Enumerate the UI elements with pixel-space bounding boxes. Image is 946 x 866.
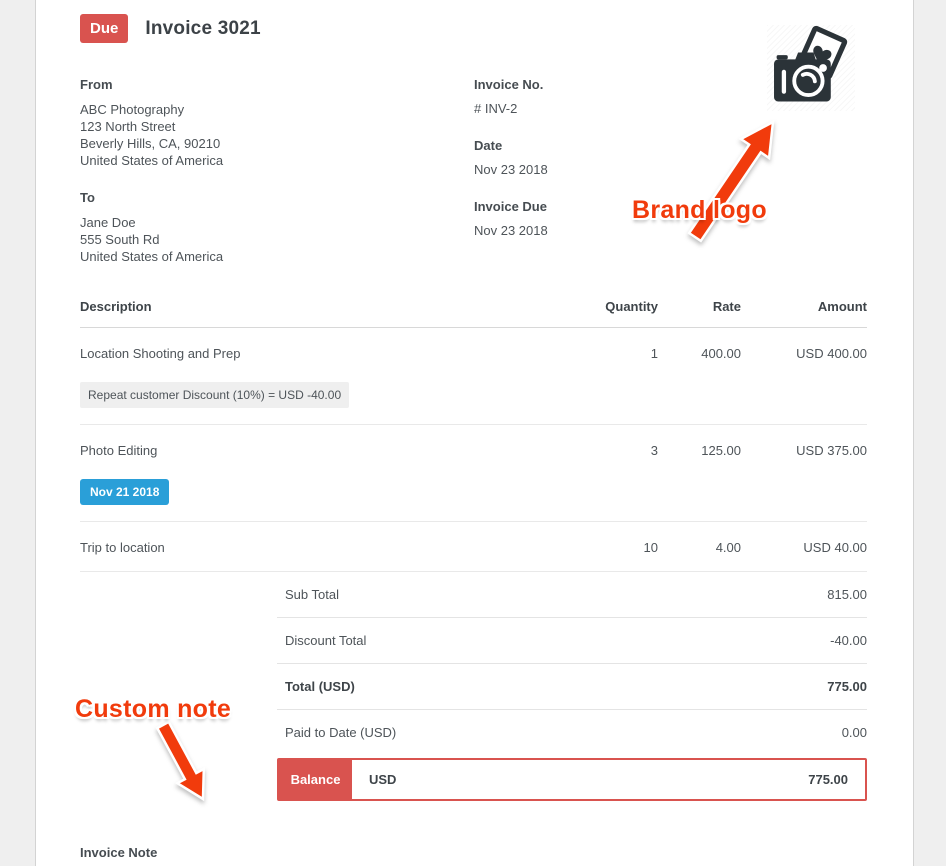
invoice-due-value: Nov 23 2018	[474, 223, 548, 238]
item-quantity: 3	[650, 443, 658, 458]
brand-logo	[767, 25, 855, 111]
camera-logo-icon	[774, 25, 848, 102]
line-items-table: Description Quantity Rate Amount Locatio…	[80, 299, 867, 572]
custom-note-annotation: Custom note	[75, 695, 232, 723]
to-street: 555 South Rd	[80, 232, 160, 247]
item-amount: USD 375.00	[796, 443, 867, 458]
table-header-row: Description Quantity Rate Amount	[80, 299, 867, 328]
invoice-page: Due Invoice 3021 From ABC Photography 12…	[35, 0, 914, 866]
discount-total-label: Discount Total	[285, 633, 367, 648]
invoice-note-label: Invoice Note	[80, 845, 158, 860]
date-badge: Nov 21 2018	[80, 479, 170, 505]
balance-currency: USD	[369, 772, 397, 787]
table-row: Location Shooting and Prep 1 400.00 USD …	[80, 328, 867, 425]
item-quantity: 1	[650, 346, 658, 361]
discount-badge: Repeat customer Discount (10%) = USD -40…	[80, 382, 350, 408]
balance-label: Balance	[279, 760, 352, 799]
item-amount: USD 400.00	[796, 346, 867, 361]
item-amount: USD 40.00	[803, 540, 867, 555]
table-row: Photo Editing 3 125.00 USD 375.00 Nov 21…	[80, 425, 867, 522]
status-badge: Due	[80, 14, 129, 43]
invoice-date-block: Date Nov 23 2018	[474, 138, 867, 177]
from-label: From	[80, 77, 113, 92]
to-block: To Jane Doe 555 South Rd United States o…	[80, 190, 474, 265]
header-rate: Rate	[712, 299, 741, 314]
invoice-date-value: Nov 23 2018	[474, 162, 548, 177]
paid-to-date-value: 0.00	[841, 725, 867, 740]
item-rate: 4.00	[715, 540, 741, 555]
total-row: Total (USD) 775.00	[277, 664, 867, 710]
to-name: Jane Doe	[80, 215, 136, 230]
header-description: Description	[80, 299, 152, 314]
brand-logo-annotation: Brand logo	[632, 196, 767, 224]
total-value: 775.00	[827, 679, 867, 694]
to-country: United States of America	[80, 249, 224, 264]
paid-to-date-row: Paid to Date (USD) 0.00	[277, 710, 867, 755]
item-quantity: 10	[643, 540, 658, 555]
invoice-meta: From ABC Photography 123 North Street Be…	[80, 77, 867, 265]
item-description: Photo Editing	[80, 443, 158, 458]
addresses-column: From ABC Photography 123 North Street Be…	[80, 77, 474, 265]
table-row: Trip to location 10 4.00 USD 40.00	[80, 522, 867, 572]
total-label: Total (USD)	[285, 679, 355, 694]
subtotal-label: Sub Total	[285, 587, 339, 602]
subtotal-value: 815.00	[827, 587, 867, 602]
header-amount: Amount	[817, 299, 867, 314]
page-title: Invoice 3021	[145, 17, 261, 39]
discount-total-value: -40.00	[830, 633, 867, 648]
item-rate: 400.00	[701, 346, 741, 361]
subtotal-row: Sub Total 815.00	[277, 572, 867, 618]
to-label: To	[80, 190, 95, 205]
from-name: ABC Photography	[80, 102, 185, 117]
from-country: United States of America	[80, 153, 224, 168]
item-description: Trip to location	[80, 540, 165, 555]
to-address: Jane Doe 555 South Rd United States of A…	[80, 214, 474, 265]
from-city: Beverly Hills, CA, 90210	[80, 136, 221, 151]
totals-section: Sub Total 815.00 Discount Total -40.00 T…	[277, 572, 867, 801]
from-street: 123 North Street	[80, 119, 176, 134]
header-quantity: Quantity	[605, 299, 658, 314]
paid-to-date-label: Paid to Date (USD)	[285, 725, 397, 740]
invoice-note-section: Invoice Note Thanks so much for choosing…	[80, 845, 867, 866]
balance-row: Balance USD 775.00	[277, 758, 867, 801]
from-address: ABC Photography 123 North Street Beverly…	[80, 101, 474, 169]
discount-total-row: Discount Total -40.00	[277, 618, 867, 664]
invoice-date-label: Date	[474, 138, 503, 153]
from-block: From ABC Photography 123 North Street Be…	[80, 77, 474, 169]
balance-value: 775.00	[808, 772, 848, 787]
item-description: Location Shooting and Prep	[80, 346, 241, 361]
invoice-header: Due Invoice 3021	[80, 14, 867, 43]
item-rate: 125.00	[701, 443, 741, 458]
